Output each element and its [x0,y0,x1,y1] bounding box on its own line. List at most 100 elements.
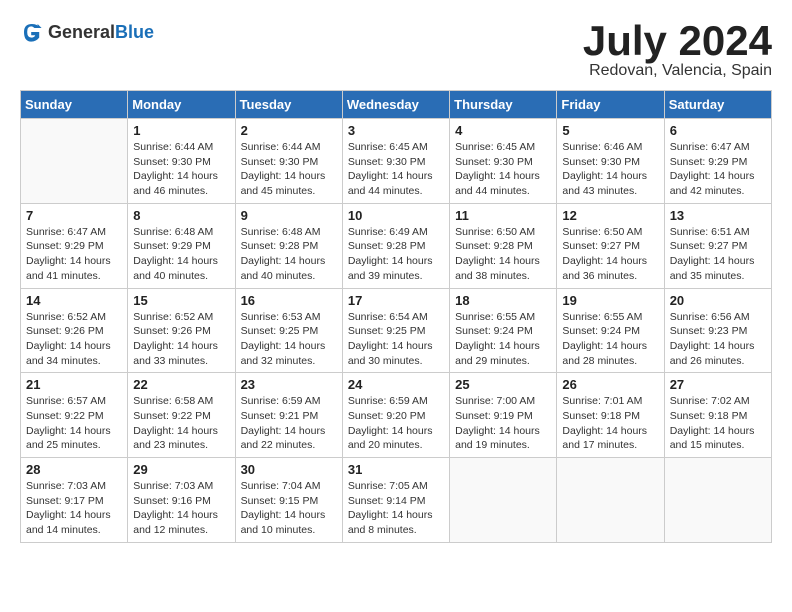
day-number: 21 [26,377,122,392]
calendar-cell: 5 Sunrise: 6:46 AMSunset: 9:30 PMDaylight… [557,119,664,204]
calendar-cell: 24Sunrise: 6:59 AMSunset: 9:20 PMDayligh… [342,373,449,458]
calendar-cell: 19 Sunrise: 6:55 AMSunset: 9:24 PMDayligh… [557,288,664,373]
day-number: 22 [133,377,229,392]
cell-details: Sunrise: 6:48 AMSunset: 9:29 PMDaylight:… [133,225,229,284]
calendar-cell: 16 Sunrise: 6:53 AMSunset: 9:25 PMDayligh… [235,288,342,373]
cell-details: Sunrise: 7:01 AMSunset: 9:18 PMDaylight:… [562,394,658,453]
cell-details: Sunrise: 6:44 AMSunset: 9:30 PMDaylight:… [133,140,229,199]
weekday-header-cell: Tuesday [235,91,342,119]
cell-details: Sunrise: 6:59 AMSunset: 9:21 PMDaylight:… [241,394,337,453]
day-number: 13 [670,208,766,223]
calendar-cell: 31Sunrise: 7:05 AMSunset: 9:14 PMDayligh… [342,458,449,543]
day-number: 3 [348,123,444,138]
calendar-cell: 10Sunrise: 6:49 AMSunset: 9:28 PMDayligh… [342,203,449,288]
calendar-cell: 22 Sunrise: 6:58 AMSunset: 9:22 PMDayligh… [128,373,235,458]
weekday-header-cell: Thursday [450,91,557,119]
day-number: 5 [562,123,658,138]
calendar-cell: 23 Sunrise: 6:59 AMSunset: 9:21 PMDayligh… [235,373,342,458]
calendar-cell: 20 Sunrise: 6:56 AMSunset: 9:23 PMDayligh… [664,288,771,373]
day-number: 8 [133,208,229,223]
cell-details: Sunrise: 6:55 AMSunset: 9:24 PMDaylight:… [455,310,551,369]
cell-details: Sunrise: 7:03 AMSunset: 9:16 PMDaylight:… [133,479,229,538]
month-title: July 2024 [583,20,772,62]
cell-details: Sunrise: 6:50 AMSunset: 9:27 PMDaylight:… [562,225,658,284]
cell-details: Sunrise: 6:44 AMSunset: 9:30 PMDaylight:… [241,140,337,199]
weekday-header-cell: Sunday [21,91,128,119]
weekday-header-cell: Monday [128,91,235,119]
day-number: 4 [455,123,551,138]
day-number: 28 [26,462,122,477]
calendar-cell: 15 Sunrise: 6:52 AMSunset: 9:26 PMDayligh… [128,288,235,373]
day-number: 12 [562,208,658,223]
calendar-cell: 28 Sunrise: 7:03 AMSunset: 9:17 PMDayligh… [21,458,128,543]
logo-icon [20,20,44,44]
day-number: 18 [455,293,551,308]
calendar-table: SundayMondayTuesdayWednesdayThursdayFrid… [20,90,772,543]
day-number: 19 [562,293,658,308]
cell-details: Sunrise: 6:50 AMSunset: 9:28 PMDaylight:… [455,225,551,284]
cell-details: Sunrise: 6:56 AMSunset: 9:23 PMDaylight:… [670,310,766,369]
cell-details: Sunrise: 6:46 AMSunset: 9:30 PMDaylight:… [562,140,658,199]
cell-details: Sunrise: 6:52 AMSunset: 9:26 PMDaylight:… [26,310,122,369]
calendar-cell: 6 Sunrise: 6:47 AMSunset: 9:29 PMDaylight… [664,119,771,204]
cell-details: Sunrise: 7:03 AMSunset: 9:17 PMDaylight:… [26,479,122,538]
day-number: 23 [241,377,337,392]
cell-details: Sunrise: 7:05 AMSunset: 9:14 PMDaylight:… [348,479,444,538]
cell-details: Sunrise: 6:45 AMSunset: 9:30 PMDaylight:… [348,140,444,199]
cell-details: Sunrise: 6:47 AMSunset: 9:29 PMDaylight:… [670,140,766,199]
calendar-cell: 29 Sunrise: 7:03 AMSunset: 9:16 PMDayligh… [128,458,235,543]
weekday-header-cell: Wednesday [342,91,449,119]
cell-details: Sunrise: 6:54 AMSunset: 9:25 PMDaylight:… [348,310,444,369]
day-number: 30 [241,462,337,477]
calendar-cell [557,458,664,543]
day-number: 15 [133,293,229,308]
calendar-cell: 18 Sunrise: 6:55 AMSunset: 9:24 PMDayligh… [450,288,557,373]
calendar-cell: 17 Sunrise: 6:54 AMSunset: 9:25 PMDayligh… [342,288,449,373]
cell-details: Sunrise: 7:02 AMSunset: 9:18 PMDaylight:… [670,394,766,453]
day-number: 25 [455,377,551,392]
calendar-cell: 2 Sunrise: 6:44 AMSunset: 9:30 PMDaylight… [235,119,342,204]
calendar-cell: 7Sunrise: 6:47 AMSunset: 9:29 PMDaylight… [21,203,128,288]
day-number: 29 [133,462,229,477]
cell-details: Sunrise: 6:58 AMSunset: 9:22 PMDaylight:… [133,394,229,453]
calendar-cell: 27 Sunrise: 7:02 AMSunset: 9:18 PMDayligh… [664,373,771,458]
day-number: 27 [670,377,766,392]
calendar-cell: 3 Sunrise: 6:45 AMSunset: 9:30 PMDaylight… [342,119,449,204]
weekday-header-row: SundayMondayTuesdayWednesdayThursdayFrid… [21,91,772,119]
cell-details: Sunrise: 6:55 AMSunset: 9:24 PMDaylight:… [562,310,658,369]
day-number: 17 [348,293,444,308]
weekday-header-cell: Friday [557,91,664,119]
calendar-cell: 21 Sunrise: 6:57 AMSunset: 9:22 PMDayligh… [21,373,128,458]
cell-details: Sunrise: 6:57 AMSunset: 9:22 PMDaylight:… [26,394,122,453]
cell-details: Sunrise: 6:48 AMSunset: 9:28 PMDaylight:… [241,225,337,284]
calendar-cell: 9 Sunrise: 6:48 AMSunset: 9:28 PMDaylight… [235,203,342,288]
calendar-week-row: 1Sunrise: 6:44 AMSunset: 9:30 PMDaylight… [21,119,772,204]
day-number: 20 [670,293,766,308]
cell-details: Sunrise: 6:47 AMSunset: 9:29 PMDaylight:… [26,225,122,284]
location-subtitle: Redovan, Valencia, Spain [583,62,772,80]
cell-details: Sunrise: 7:04 AMSunset: 9:15 PMDaylight:… [241,479,337,538]
title-area: July 2024 Redovan, Valencia, Spain [583,20,772,80]
calendar-cell: 14Sunrise: 6:52 AMSunset: 9:26 PMDayligh… [21,288,128,373]
calendar-cell: 13Sunrise: 6:51 AMSunset: 9:27 PMDayligh… [664,203,771,288]
cell-details: Sunrise: 6:52 AMSunset: 9:26 PMDaylight:… [133,310,229,369]
calendar-cell: 8 Sunrise: 6:48 AMSunset: 9:29 PMDaylight… [128,203,235,288]
day-number: 6 [670,123,766,138]
logo: GeneralBlue [20,20,154,44]
day-number: 16 [241,293,337,308]
day-number: 26 [562,377,658,392]
calendar-cell: 26 Sunrise: 7:01 AMSunset: 9:18 PMDayligh… [557,373,664,458]
day-number: 9 [241,208,337,223]
calendar-week-row: 28 Sunrise: 7:03 AMSunset: 9:17 PMDayligh… [21,458,772,543]
calendar-cell: 4Sunrise: 6:45 AMSunset: 9:30 PMDaylight… [450,119,557,204]
cell-details: Sunrise: 7:00 AMSunset: 9:19 PMDaylight:… [455,394,551,453]
day-number: 2 [241,123,337,138]
calendar-cell [21,119,128,204]
calendar-header: SundayMondayTuesdayWednesdayThursdayFrid… [21,91,772,119]
cell-details: Sunrise: 6:53 AMSunset: 9:25 PMDaylight:… [241,310,337,369]
calendar-cell: 12 Sunrise: 6:50 AMSunset: 9:27 PMDayligh… [557,203,664,288]
cell-details: Sunrise: 6:59 AMSunset: 9:20 PMDaylight:… [348,394,444,453]
header: GeneralBlue July 2024 Redovan, Valencia,… [20,20,772,80]
calendar-cell: 25 Sunrise: 7:00 AMSunset: 9:19 PMDayligh… [450,373,557,458]
calendar-cell: 1Sunrise: 6:44 AMSunset: 9:30 PMDaylight… [128,119,235,204]
